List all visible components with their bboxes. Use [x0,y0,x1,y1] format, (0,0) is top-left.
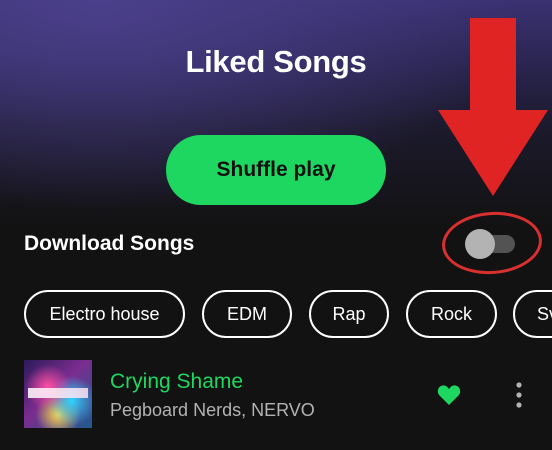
download-songs-label: Download Songs [24,232,195,255]
chip-rock[interactable]: Rock [406,290,497,338]
chip-rap[interactable]: Rap [309,290,389,338]
chip-edm[interactable]: EDM [202,290,292,338]
chip-partial[interactable]: Sv [513,290,552,338]
down-arrow-icon [438,18,548,196]
album-art-caption [28,388,88,398]
heart-icon[interactable] [437,384,461,406]
chip-electro-house[interactable]: Electro house [24,290,185,338]
track-artist: Pegboard Nerds, NERVO [110,400,315,420]
album-art [24,360,92,428]
track-row[interactable]: Crying Shame Pegboard Nerds, NERVO [0,356,552,436]
more-options-icon[interactable] [509,380,529,410]
track-title: Crying Shame [110,370,244,393]
shuffle-play-button[interactable]: Shuffle play [166,135,386,205]
filter-chips: Electro house EDM Rap Rock Sv [24,290,552,340]
